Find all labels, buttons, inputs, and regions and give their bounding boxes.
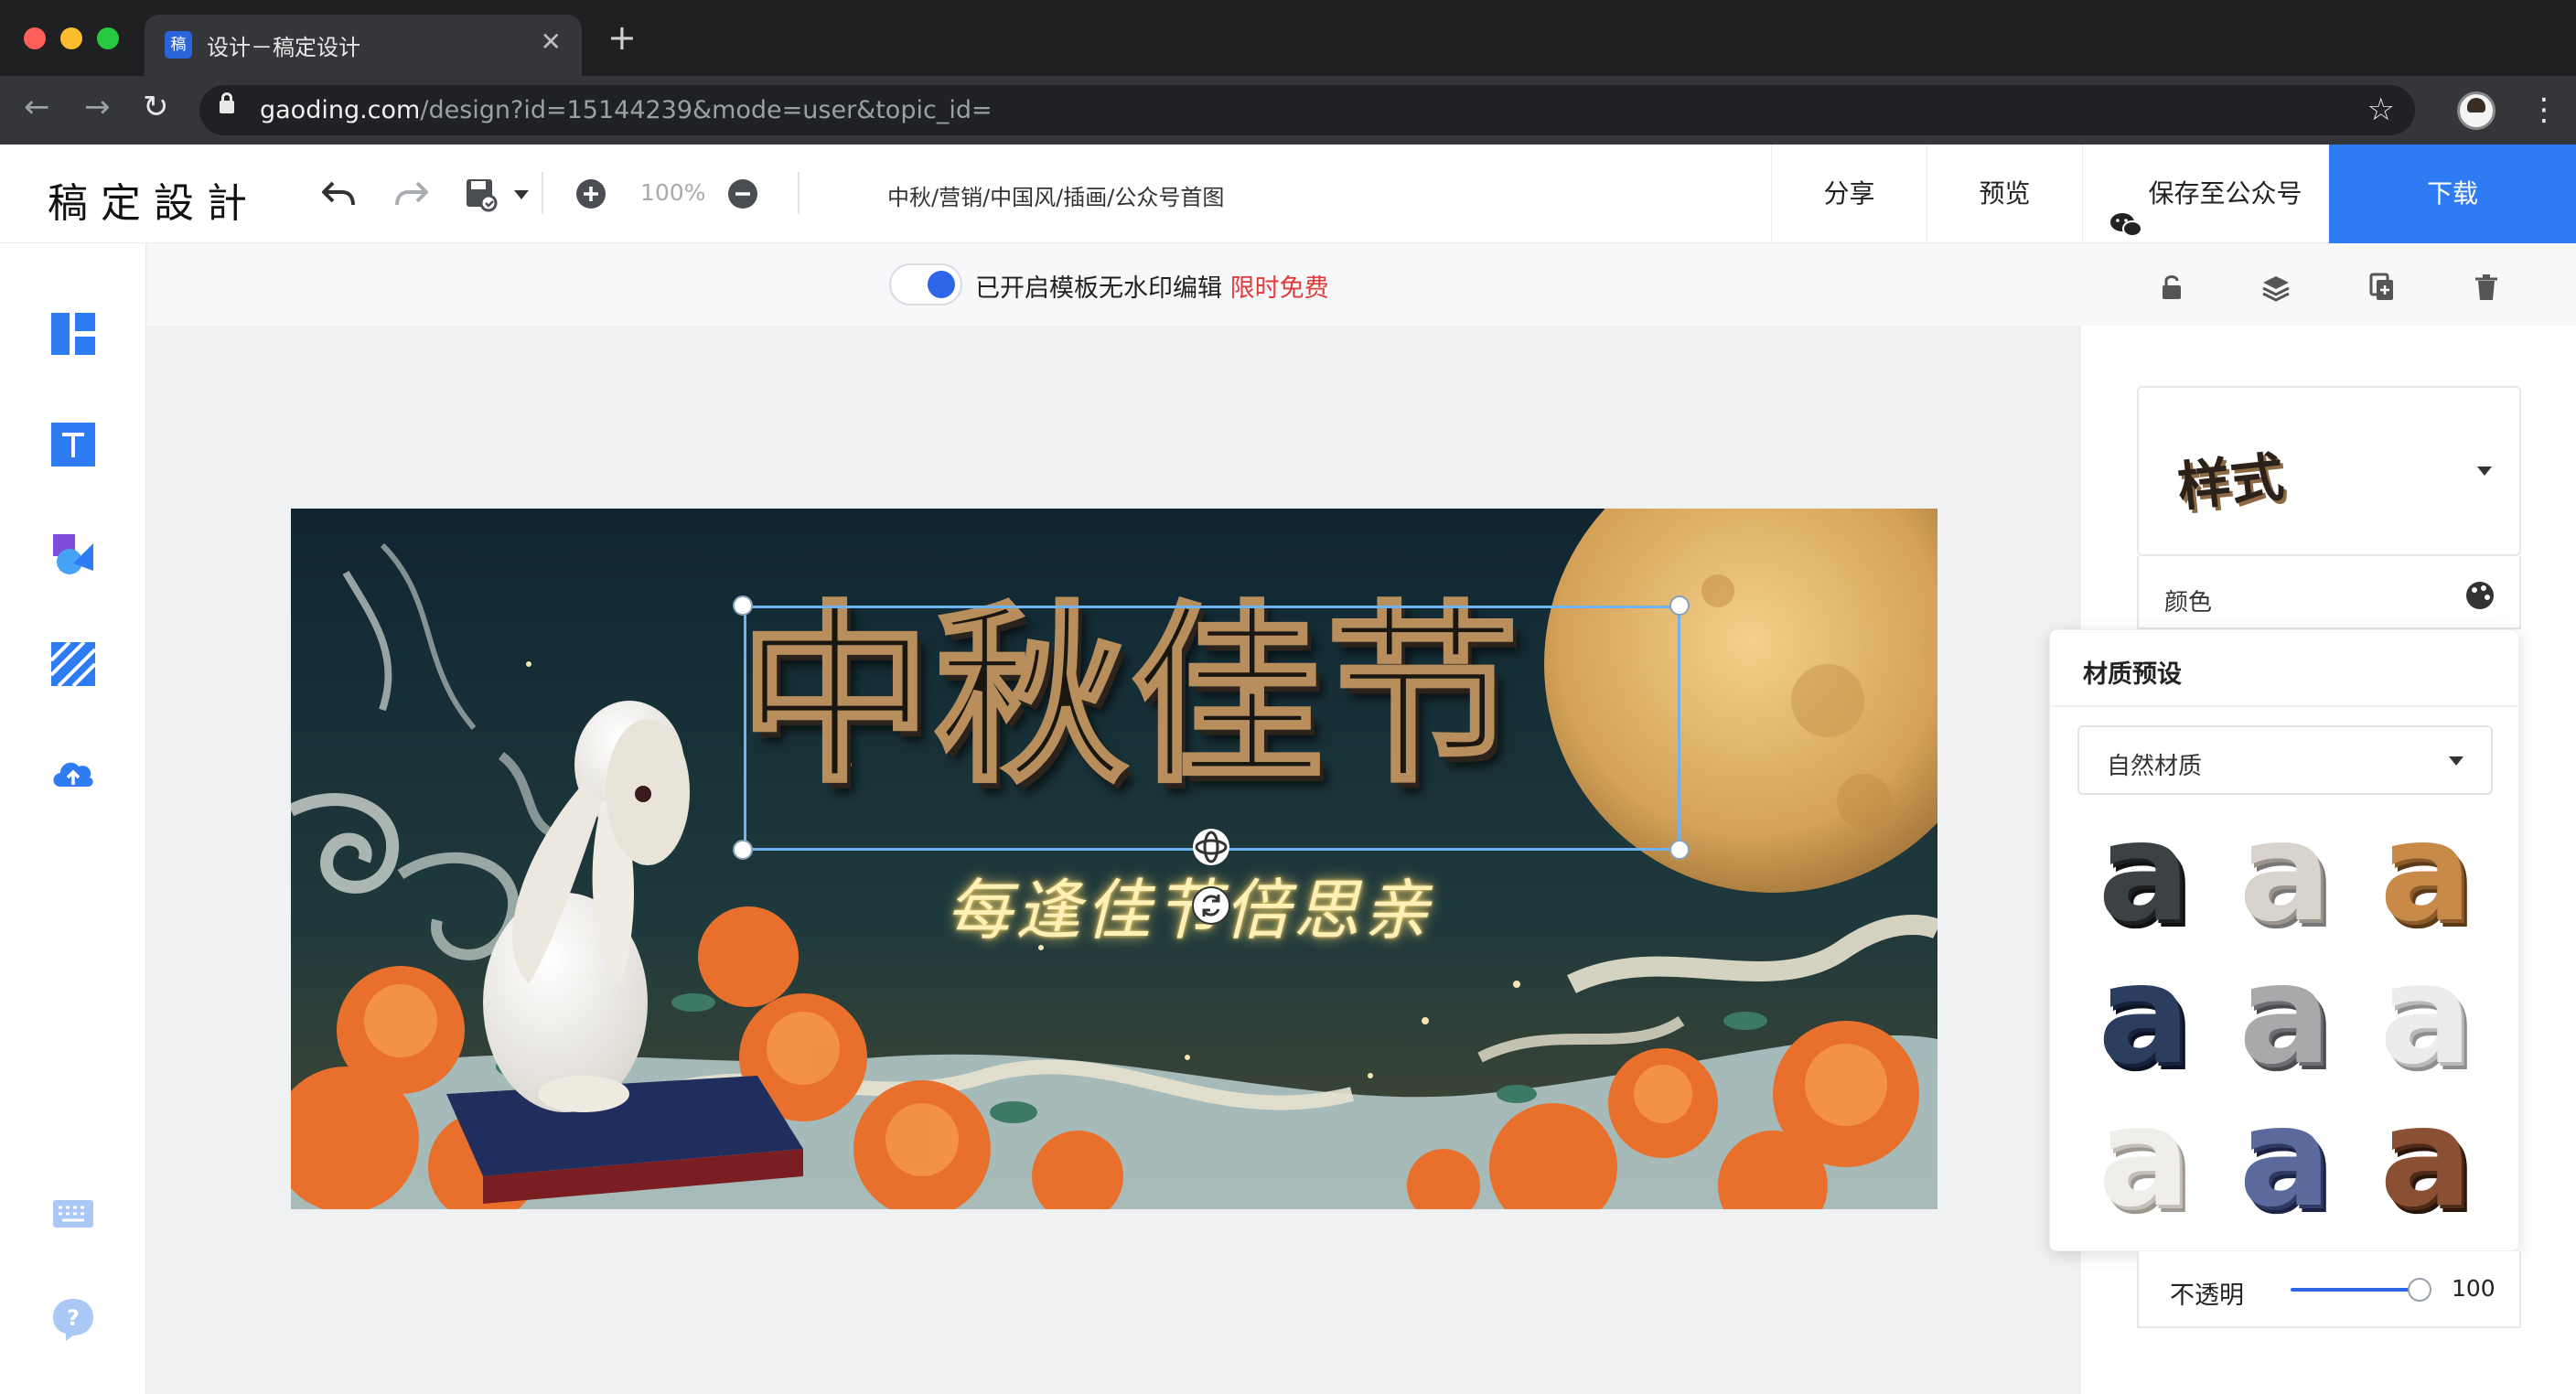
minimize-window-button[interactable] [60, 27, 82, 49]
material-swatch-blue-granite[interactable]: a [2092, 947, 2193, 1084]
resize-handle-bottom-left[interactable] [733, 840, 753, 860]
url-host: gaoding.com [260, 96, 421, 124]
undo-icon[interactable] [317, 172, 360, 216]
forward-arrow-icon[interactable]: → [84, 89, 111, 125]
new-tab-button[interactable]: + [607, 20, 637, 55]
keyboard-shortcuts-icon[interactable] [49, 1191, 97, 1239]
preview-button[interactable]: 预览 [1927, 145, 2082, 243]
close-window-button[interactable] [24, 27, 46, 49]
tab-title: 设计－稿定设计 [207, 35, 360, 60]
resize-handle-top-left[interactable] [733, 595, 753, 616]
material-swatch-rusty-copper[interactable]: a [2374, 1089, 2474, 1227]
material-swatch-white-marble[interactable]: a [2092, 1089, 2193, 1227]
rotate-handle-icon[interactable] [1191, 885, 1231, 926]
back-arrow-icon[interactable]: ← [24, 89, 50, 125]
save-dropdown-caret-icon[interactable] [514, 190, 529, 199]
browser-menu-icon[interactable]: ⋮ [2528, 91, 2560, 128]
gaoding-logo[interactable]: 稿定設計 [48, 170, 260, 229]
style-dropdown-caret-icon[interactable] [2477, 466, 2492, 476]
material-preset-popup: 材质预设 自然材质 a a a a a a a a a [2049, 629, 2520, 1251]
material-swatch-dark-stone[interactable]: a [2092, 804, 2193, 941]
bookmark-star-icon[interactable]: ☆ [2367, 91, 2395, 128]
zoom-level[interactable]: 100% [640, 179, 705, 206]
zoom-in-icon[interactable] [573, 176, 609, 212]
browser-toolbar: ← → ↻ gaoding.com/design?id=15144239&mod… [0, 76, 2576, 145]
material-dropdown-caret-icon[interactable] [2449, 756, 2463, 766]
delete-trash-icon[interactable] [2470, 271, 2503, 304]
resize-handle-top-right[interactable] [1669, 595, 1690, 616]
browser-titlebar: 稿 设计－稿定设计 ✕ + [0, 0, 2576, 76]
url-path: /design?id=15144239&mode=user&topic_id= [420, 96, 993, 124]
elements-icon[interactable] [49, 531, 97, 578]
tab-close-icon[interactable]: ✕ [541, 27, 562, 57]
material-category-select[interactable]: 自然材质 [2077, 725, 2493, 795]
selection-box[interactable] [744, 606, 1680, 851]
resize-handle-bottom-right[interactable] [1669, 840, 1690, 860]
header-divider [798, 172, 800, 214]
save-version-icon[interactable] [459, 172, 503, 216]
text-tool-icon[interactable] [49, 421, 97, 468]
upload-cloud-icon[interactable] [49, 750, 97, 798]
share-button[interactable]: 分享 [1771, 145, 1927, 243]
zoom-out-icon[interactable] [724, 176, 761, 212]
address-bar[interactable]: gaoding.com/design?id=15144239&mode=user… [199, 85, 2415, 135]
style-preview-label: 样式 [2174, 445, 2287, 519]
lock-icon [220, 92, 234, 113]
background-icon[interactable] [49, 640, 97, 688]
poster-subtitle-text[interactable]: 每逢佳节倍思亲 [946, 856, 1433, 952]
save-to-wechat-button[interactable]: 保存至公众号 [2082, 145, 2329, 243]
opacity-value[interactable]: 100 [2452, 1275, 2496, 1302]
lock-layer-icon[interactable] [2155, 271, 2188, 304]
opacity-label: 不透明 [2170, 1281, 2244, 1310]
color-label: 颜色 [2164, 589, 2213, 617]
material-swatch-white-stone[interactable]: a [2374, 947, 2474, 1084]
material-category-value: 自然材质 [2107, 753, 2203, 780]
popup-divider [2050, 705, 2520, 707]
left-sidebar: ? [0, 243, 146, 1394]
watermark-free-toggle[interactable] [889, 263, 962, 306]
header-divider [542, 172, 543, 214]
palette-icon[interactable] [2466, 582, 2494, 609]
svg-text:?: ? [67, 1305, 80, 1331]
save-to-wechat-label: 保存至公众号 [2148, 178, 2302, 209]
limited-free-badge: 限时免费 [1229, 274, 1329, 303]
reload-icon[interactable]: ↻ [143, 89, 169, 125]
design-breadcrumb[interactable]: 中秋/营销/中国风/插画/公众号首图 [887, 179, 1224, 211]
opacity-row: 不透明 100 [2137, 1251, 2521, 1328]
opacity-slider-track[interactable] [2291, 1288, 2417, 1292]
template-icon[interactable] [49, 311, 97, 359]
maximize-window-button[interactable] [97, 27, 119, 49]
opacity-slider-handle[interactable] [2408, 1278, 2431, 1302]
wechat-icon [2109, 181, 2143, 237]
app-header: 稿定設計 100% 中秋/营销/中国风/插画/公众号首图 分享 预览 保存至公众… [0, 145, 2576, 243]
material-swatch-marble-grey[interactable]: a [2233, 804, 2334, 941]
color-row[interactable]: 颜色 [2137, 556, 2521, 629]
move-3d-handle-icon[interactable] [1191, 827, 1231, 867]
watermark-free-label: 已开启模板无水印编辑 限时免费 [975, 268, 1329, 304]
download-button[interactable]: 下载 [2329, 145, 2576, 243]
watermark-free-text: 已开启模板无水印编辑 [975, 274, 1222, 303]
duplicate-icon[interactable] [2366, 271, 2399, 304]
material-swatch-silver[interactable]: a [2233, 947, 2334, 1084]
material-swatch-blue-chrome[interactable]: a [2233, 1089, 2334, 1227]
text-style-selector[interactable]: 样式 [2137, 386, 2521, 556]
material-preset-title: 材质预设 [2083, 660, 2182, 689]
material-swatch-cracked-clay[interactable]: a [2374, 804, 2474, 941]
canvas-toolbar [147, 243, 2576, 326]
layers-icon[interactable] [2259, 271, 2292, 304]
browser-tab[interactable]: 稿 设计－稿定设计 ✕ [145, 15, 582, 76]
gaoding-favicon-icon: 稿 [165, 31, 192, 59]
profile-avatar[interactable] [2457, 91, 2496, 130]
redo-icon[interactable] [390, 172, 434, 216]
url-text[interactable]: gaoding.com/design?id=15144239&mode=user… [260, 96, 993, 124]
help-icon[interactable]: ? [49, 1295, 97, 1343]
